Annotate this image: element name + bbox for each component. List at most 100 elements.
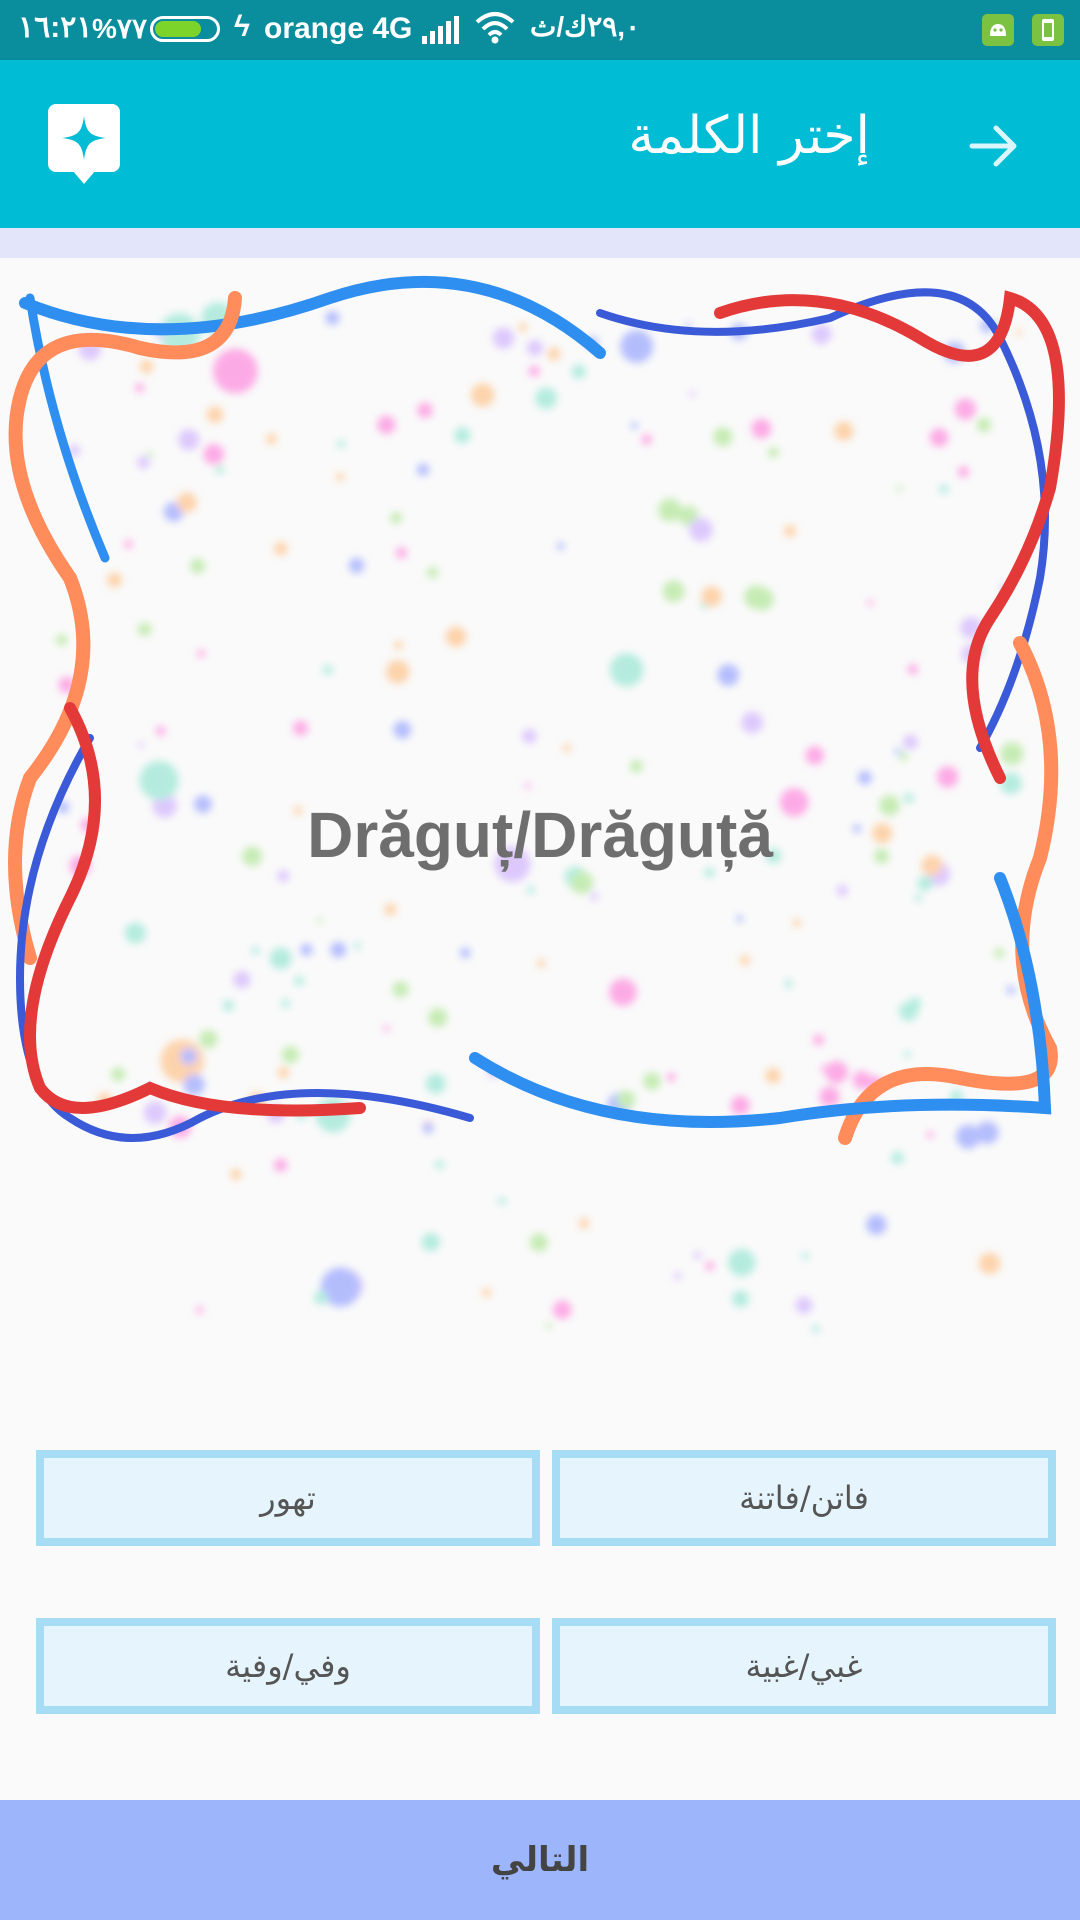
confetti-dot bbox=[820, 1064, 828, 1072]
confetti-dot bbox=[395, 547, 408, 559]
confetti-dot bbox=[578, 1218, 590, 1229]
header-divider bbox=[0, 228, 1080, 258]
confetti-dot bbox=[994, 947, 1005, 959]
confetti-dot bbox=[498, 1197, 506, 1205]
confetti-dot bbox=[609, 978, 637, 1006]
confetti-dot bbox=[426, 566, 439, 579]
confetti-dot bbox=[518, 323, 528, 333]
confetti-dot bbox=[811, 324, 832, 345]
confetti-dot bbox=[445, 626, 467, 647]
confetti-dot bbox=[896, 485, 903, 492]
confetti-dot bbox=[903, 734, 918, 750]
confetti-dot bbox=[741, 711, 764, 734]
confetti-dot bbox=[266, 433, 277, 445]
confetti-dot bbox=[317, 917, 324, 924]
charging-bolt-icon: ϟ bbox=[234, 10, 250, 43]
confetti-dot bbox=[111, 1067, 126, 1082]
confetti-dot bbox=[230, 1168, 242, 1181]
confetti-dot bbox=[197, 649, 206, 658]
confetti-dot bbox=[673, 1272, 682, 1280]
confetti-dot bbox=[552, 1300, 572, 1320]
confetti-dot bbox=[641, 434, 652, 445]
word-card: Drăguț/Drăguță bbox=[0, 258, 1080, 1418]
carrier-label: orange 4G bbox=[264, 12, 413, 45]
confetti-dot bbox=[394, 640, 403, 650]
confetti-dot bbox=[189, 558, 206, 574]
confetti-dot bbox=[732, 1290, 750, 1308]
confetti-dot bbox=[143, 1101, 167, 1124]
option-button-1[interactable]: فاتن/فاتنة bbox=[552, 1450, 1056, 1546]
confetti-dot bbox=[903, 1050, 911, 1058]
arrow-right-icon[interactable] bbox=[962, 114, 1026, 178]
confetti-dot bbox=[300, 943, 313, 957]
option-button-4[interactable]: وفي/وفية bbox=[36, 1618, 540, 1714]
confetti-dot bbox=[976, 417, 992, 433]
confetti-dot bbox=[805, 746, 825, 765]
confetti-dot bbox=[425, 1073, 446, 1094]
wifi-icon bbox=[474, 10, 516, 52]
confetti-dot bbox=[556, 542, 565, 550]
confetti-dot bbox=[422, 1122, 434, 1134]
confetti-dot bbox=[801, 1252, 810, 1260]
confetti-dot bbox=[836, 885, 848, 897]
confetti-dot bbox=[917, 875, 933, 891]
confetti-dot bbox=[547, 347, 561, 361]
confetti-dot bbox=[867, 599, 874, 606]
confetti-dot bbox=[528, 365, 540, 377]
sparkle-logo-icon bbox=[48, 104, 120, 184]
confetti-dot bbox=[139, 760, 179, 801]
confetti-dot bbox=[322, 664, 333, 676]
confetti-dot bbox=[562, 743, 572, 753]
confetti-dot bbox=[335, 472, 345, 482]
confetti-dot bbox=[728, 1248, 756, 1277]
confetti-dot bbox=[203, 443, 225, 465]
confetti-dot bbox=[956, 1124, 981, 1149]
page-title: إختر الكلمة bbox=[628, 106, 870, 166]
confetti-dot bbox=[713, 427, 733, 447]
confetti-dot bbox=[736, 915, 744, 923]
confetti-dot bbox=[492, 327, 515, 349]
option-button-3[interactable]: غبي/غبية bbox=[552, 1618, 1056, 1714]
confetti-dot bbox=[535, 387, 558, 410]
confetti-dot bbox=[834, 421, 854, 441]
confetti-dot bbox=[666, 1072, 676, 1082]
confetti-dot bbox=[393, 720, 412, 739]
confetti-dot bbox=[222, 999, 235, 1012]
confetti-dot bbox=[215, 464, 225, 474]
confetti-dot bbox=[783, 524, 797, 538]
confetti-dot bbox=[926, 1131, 934, 1139]
confetti-dot bbox=[390, 511, 403, 524]
confetti-dot bbox=[124, 922, 146, 944]
confetti-dot bbox=[421, 1232, 441, 1252]
confetti-dot bbox=[811, 1325, 820, 1334]
confetti-dot bbox=[1015, 329, 1022, 336]
confetti-dot bbox=[147, 451, 154, 458]
next-button[interactable]: التالي bbox=[0, 1800, 1080, 1920]
confetti-dot bbox=[570, 871, 594, 895]
question-word: Drăguț/Drăguță bbox=[307, 799, 773, 871]
confetti-dot bbox=[325, 310, 340, 326]
confetti-dot bbox=[459, 947, 471, 959]
confetti-dot bbox=[629, 759, 643, 773]
confetti-dot bbox=[251, 946, 260, 955]
confetti-dot bbox=[813, 1034, 825, 1046]
confetti-dot bbox=[392, 981, 409, 998]
confetti-dot bbox=[662, 580, 685, 603]
confetti-dot bbox=[293, 720, 309, 736]
confetti-dot bbox=[330, 941, 347, 958]
confetti-dot bbox=[198, 1029, 218, 1049]
confetti-dot bbox=[107, 572, 122, 588]
confetti-dot bbox=[155, 725, 166, 737]
confetti-dot bbox=[524, 782, 531, 789]
confetti-dot bbox=[744, 585, 768, 609]
confetti-dot bbox=[137, 622, 152, 637]
confetti-dot bbox=[417, 402, 433, 418]
data-speed: ٢٩,٠ك/ث bbox=[530, 11, 641, 42]
confetti-dot bbox=[914, 894, 923, 902]
confetti-dot bbox=[269, 947, 292, 970]
option-button-2[interactable]: تهور bbox=[36, 1450, 540, 1546]
confetti-dot bbox=[907, 664, 919, 675]
confetti-dot bbox=[233, 971, 251, 989]
confetti-dot bbox=[939, 484, 949, 494]
confetti-dot bbox=[936, 766, 959, 788]
